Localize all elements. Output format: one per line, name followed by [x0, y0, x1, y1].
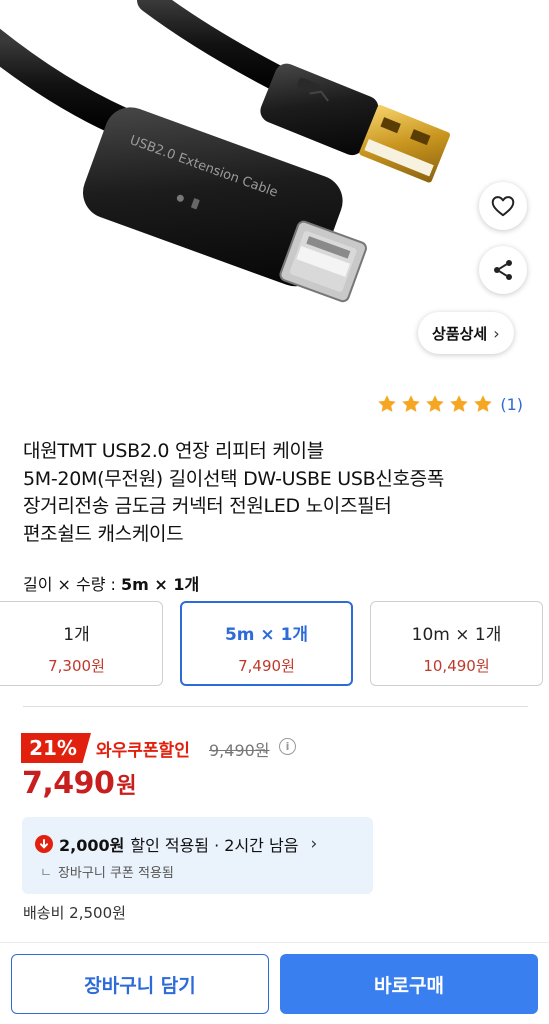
rating[interactable]: (1): [376, 393, 523, 415]
option-card-10m[interactable]: 10m × 1개 10,490원: [370, 601, 543, 686]
buy-now-button[interactable]: 바로구매: [280, 954, 538, 1014]
product-image: USB2.0 Extension Cable 상품상세 ›: [0, 0, 549, 370]
add-to-cart-button[interactable]: 장바구니 담기: [11, 954, 269, 1014]
coupon-amount: 2,000원: [59, 836, 125, 855]
product-detail-label: 상품상세: [432, 324, 488, 343]
favorite-button[interactable]: [479, 182, 527, 230]
option-name: 1개: [63, 625, 90, 645]
arrow-down-icon: [35, 835, 53, 853]
option-label-value: 5m × 1개: [121, 575, 200, 594]
product-detail-button[interactable]: 상품상세 ›: [418, 312, 514, 354]
coupon-sub-text: 장바구니 쿠폰 적용됨: [57, 866, 174, 881]
final-price-currency: 원: [116, 774, 137, 799]
coupon-text: 할인 적용됨 · 2시간 남음: [130, 836, 299, 855]
option-label-prefix: 길이 × 수량 :: [23, 575, 122, 594]
chevron-right-icon: ›: [310, 834, 318, 854]
info-icon[interactable]: i: [279, 738, 296, 755]
review-count[interactable]: (1): [500, 395, 523, 414]
corner-icon: ㄴ: [40, 866, 52, 881]
coupon-info-row: 2,000원 할인 적용됨 · 2시간 남음 ›: [35, 832, 317, 856]
product-title-line: 대원TMT USB2.0 연장 리피터 케이블: [23, 440, 324, 462]
option-name: 10m × 1개: [411, 625, 502, 645]
original-price: 9,490원: [209, 741, 270, 760]
product-title-line: 5M-20M(무전원) 길이선택 DW-USBE USB신호증폭: [23, 467, 445, 490]
option-price: 7,300원: [48, 657, 105, 675]
product-title: 대원TMT USB2.0 연장 리피터 케이블 5M-20M(무전원) 길이선택…: [23, 438, 528, 548]
star-icon: [450, 395, 469, 412]
bottom-action-bar: 장바구니 담기 바로구매: [0, 942, 549, 1024]
chevron-right-icon: ›: [493, 323, 500, 343]
coupon-discount-label: 와우쿠폰할인: [96, 741, 190, 761]
option-label: 길이 × 수량 : 5m × 1개: [23, 571, 199, 595]
option-card-5m[interactable]: 5m × 1개 7,490원: [180, 601, 353, 686]
star-icon: [402, 395, 421, 412]
product-title-line: 편조쉴드 캐스케이드: [23, 522, 184, 545]
divider: [23, 706, 528, 707]
coupon-sub-row: ㄴ 장바구니 쿠폰 적용됨: [40, 862, 174, 881]
option-price: 10,490원: [423, 657, 490, 675]
share-button[interactable]: [479, 246, 527, 294]
discount-badge: 21%: [21, 733, 91, 763]
shipping-fee: 배송비 2,500원: [23, 904, 126, 922]
product-title-line: 장거리전송 금도금 커넥터 전원LED 노이즈필터: [23, 495, 392, 517]
star-icon: [474, 395, 493, 412]
option-card-1[interactable]: 1개 7,300원: [0, 601, 163, 686]
final-price-amount: 7,490: [22, 766, 115, 801]
share-icon: [494, 260, 512, 280]
option-price: 7,490원: [238, 657, 295, 675]
option-name: 5m × 1개: [224, 625, 309, 645]
final-price: 7,490원: [22, 766, 137, 801]
heart-icon: [491, 196, 515, 217]
star-icon: [378, 395, 397, 412]
coupon-info-box[interactable]: 2,000원 할인 적용됨 · 2시간 남음 › ㄴ 장바구니 쿠폰 적용됨: [22, 817, 373, 894]
star-icon: [426, 395, 445, 412]
